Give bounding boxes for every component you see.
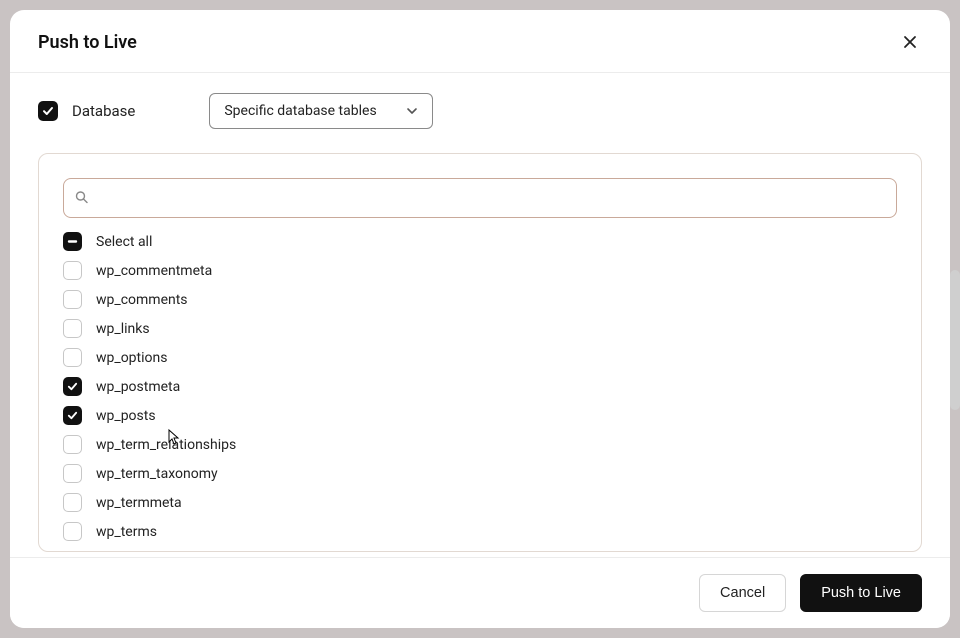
table-checkbox[interactable] (63, 261, 82, 280)
table-row[interactable]: wp_posts (63, 406, 897, 425)
table-checkbox[interactable] (63, 406, 82, 425)
modal-title: Push to Live (38, 32, 137, 53)
table-row[interactable]: wp_postmeta (63, 377, 897, 396)
scrollbar-thumb[interactable] (950, 270, 960, 410)
table-label: wp_comments (96, 292, 188, 308)
table-label: wp_term_taxonomy (96, 466, 218, 482)
search-icon (75, 189, 88, 208)
table-list: Select all wp_commentmeta wp_comments wp_l… (63, 232, 897, 541)
table-label: wp_links (96, 321, 150, 337)
select-all-row[interactable]: Select all (63, 232, 897, 251)
tables-panel: Select all wp_commentmeta wp_comments wp_l… (38, 153, 922, 552)
checkmark-icon (42, 105, 54, 117)
table-row[interactable]: wp_options (63, 348, 897, 367)
table-checkbox[interactable] (63, 435, 82, 454)
table-checkbox[interactable] (63, 522, 82, 541)
select-all-label: Select all (96, 234, 152, 250)
table-row[interactable]: wp_term_relationships (63, 435, 897, 454)
table-checkbox[interactable] (63, 319, 82, 338)
search-wrap (63, 178, 897, 218)
search-input[interactable] (63, 178, 897, 218)
table-label: wp_options (96, 350, 167, 366)
table-label: wp_termmeta (96, 495, 182, 511)
database-label: Database (72, 102, 135, 120)
table-checkbox[interactable] (63, 464, 82, 483)
table-row[interactable]: wp_comments (63, 290, 897, 309)
database-row: Database Specific database tables (38, 93, 922, 129)
table-label: wp_posts (96, 408, 156, 424)
table-label: wp_postmeta (96, 379, 180, 395)
modal-header: Push to Live (10, 10, 950, 73)
push-button[interactable]: Push to Live (800, 574, 922, 612)
modal-push-to-live: Push to Live Database Specific database … (10, 10, 950, 628)
table-label: wp_terms (96, 524, 157, 540)
table-row[interactable]: wp_commentmeta (63, 261, 897, 280)
close-button[interactable] (898, 30, 922, 54)
cancel-button[interactable]: Cancel (699, 574, 786, 612)
table-row[interactable]: wp_links (63, 319, 897, 338)
table-checkbox[interactable] (63, 377, 82, 396)
select-value: Specific database tables (224, 103, 376, 119)
select-all-checkbox[interactable] (63, 232, 82, 251)
database-checkbox[interactable] (38, 101, 58, 121)
table-row[interactable]: wp_term_taxonomy (63, 464, 897, 483)
modal-body: Database Specific database tables (10, 73, 950, 557)
table-label: wp_term_relationships (96, 437, 236, 453)
checkmark-icon (67, 410, 78, 421)
chevron-down-icon (406, 105, 418, 117)
minus-icon (67, 236, 78, 247)
table-label: wp_commentmeta (96, 263, 212, 279)
table-checkbox[interactable] (63, 290, 82, 309)
table-row[interactable]: wp_termmeta (63, 493, 897, 512)
table-checkbox[interactable] (63, 348, 82, 367)
database-scope-select[interactable]: Specific database tables (209, 93, 433, 129)
table-checkbox[interactable] (63, 493, 82, 512)
table-row[interactable]: wp_terms (63, 522, 897, 541)
close-icon (902, 34, 918, 50)
modal-footer: Cancel Push to Live (10, 557, 950, 628)
checkmark-icon (67, 381, 78, 392)
